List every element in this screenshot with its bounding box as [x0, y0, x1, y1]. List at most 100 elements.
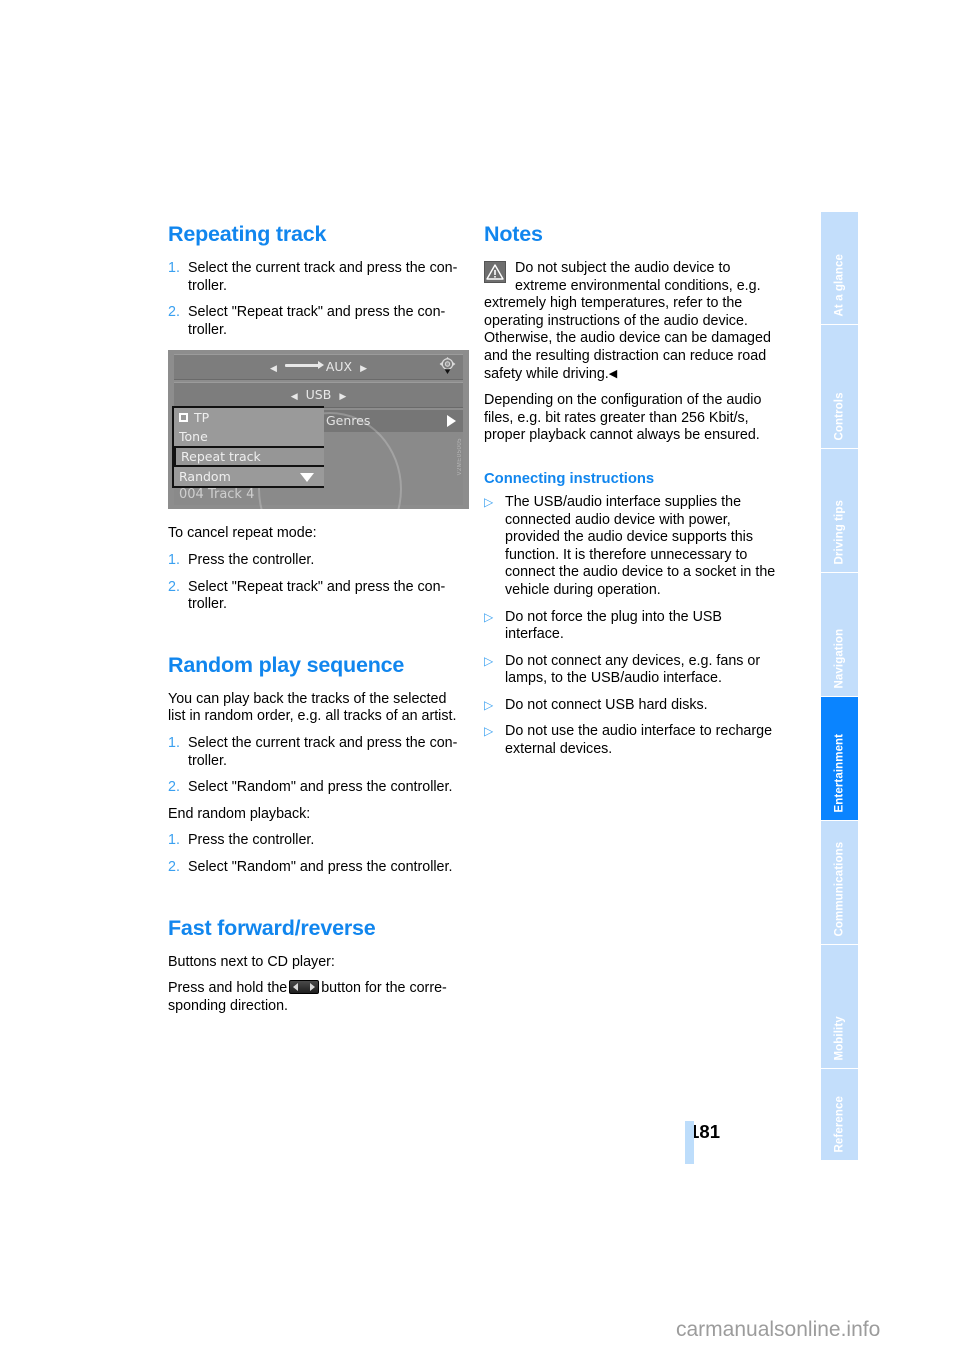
triangle-bullet-icon: ▷	[484, 724, 494, 739]
step-text: Select "Repeat track" and press the con-…	[188, 578, 446, 613]
figure-menu-item-tone: Tone	[174, 427, 324, 446]
step-number: 1.	[168, 260, 180, 276]
figure-menu-label: Tone	[179, 429, 208, 444]
bullet-text: Do not use the audio interface to rechar…	[505, 723, 773, 758]
fast-press-hold-prefix: Press and hold the	[168, 980, 288, 997]
end-of-note-marker: ◀	[608, 367, 618, 380]
step-number: 2.	[168, 578, 180, 595]
chevron-left-icon: ◀	[290, 392, 298, 402]
heading-repeating-track: Repeating track	[168, 222, 327, 246]
step-item: 2. Select "Random" and press the control…	[168, 779, 465, 797]
sidebar-tab-label: Mobility	[832, 1015, 845, 1060]
chevron-down-icon	[300, 473, 314, 482]
step-number: 1.	[168, 551, 180, 568]
figure-menu-label: Random	[179, 469, 231, 484]
sidebar-tab-at-a-glance[interactable]: At a glance	[821, 212, 858, 324]
step-item: 1. Press the controller.	[168, 552, 465, 570]
random-intro: You can play back the tracks of the sele…	[168, 690, 457, 725]
bullet-item: ▷ Do not use the audio interface to rech…	[484, 723, 781, 758]
warning-note-body: Do not subject the audio device to extre…	[484, 260, 771, 382]
page-number: 181	[689, 1121, 720, 1142]
figure-source-label: AUX	[325, 359, 353, 374]
figure-menu-item-random: Random	[174, 467, 324, 486]
step-text: Select the current track and press the c…	[188, 734, 458, 769]
step-item: 2. Select "Random" and press the control…	[168, 859, 465, 877]
step-text: Select the current track and press the c…	[188, 260, 458, 294]
triangle-bullet-icon: ▷	[484, 494, 494, 509]
step-item: 1. Select the current track and press th…	[168, 260, 465, 295]
bullet-text: The USB/audio interface supplies the con…	[505, 493, 776, 598]
warning-note-block: Do not subject the audio device to extre…	[484, 260, 781, 383]
sidebar-tab-label: Driving tips	[832, 499, 845, 564]
fast-press-hold-line: Press and hold the button for the corre-s…	[168, 980, 465, 1015]
end-random-intro: End random playback:	[168, 805, 311, 822]
step-number: 1.	[168, 734, 180, 751]
step-number: 2.	[168, 304, 180, 321]
triangle-bullet-icon: ▷	[484, 653, 494, 668]
sidebar-tab-driving-tips[interactable]: Driving tips	[821, 449, 858, 572]
figure-source-sub-label: USB	[305, 387, 332, 402]
step-item: 2. Select "Repeat track" and press the c…	[168, 579, 465, 614]
bullet-text: Do not force the plug into the USB inter…	[505, 608, 722, 643]
fast-buttons-line: Buttons next to CD player:	[168, 953, 335, 970]
sidebar-tab-label: Controls	[832, 391, 845, 440]
figure-usb-row: ◀ USB ▶	[174, 382, 463, 408]
bullet-item: ▷ The USB/audio interface supplies the c…	[484, 494, 781, 600]
step-text: Select "Random" and press the controller…	[188, 858, 453, 875]
step-number: 2.	[168, 779, 180, 796]
step-text: Press the controller.	[188, 832, 315, 849]
chevron-right-icon	[447, 415, 456, 427]
sidebar-tab-communications[interactable]: Communications	[821, 821, 858, 944]
bullet-item: ▷ Do not connect any devices, e.g. fans …	[484, 653, 781, 688]
bullet-text: Do not connect USB hard disks.	[505, 696, 708, 713]
heading-notes: Notes	[484, 222, 543, 246]
heading-connecting-instructions: Connecting instructions	[484, 470, 655, 487]
cancel-repeat-intro: To cancel repeat mode:	[168, 525, 317, 542]
warning-triangle-icon	[484, 261, 506, 283]
sidebar-tab-reference[interactable]: Reference	[821, 1069, 858, 1160]
figure-menu-item-repeat-track: Repeat track	[174, 446, 324, 467]
sidebar-tab-navigation[interactable]: Navigation	[821, 573, 858, 696]
warning-note-text: Do not subject the audio device to extre…	[484, 260, 781, 383]
step-text: Select "Random" and press the controller…	[188, 779, 453, 796]
manual-page: Repeating track 1. Select the current tr…	[0, 0, 960, 1358]
sidebar-tab-label: Reference	[832, 1095, 845, 1152]
sidebar-tab-label: Communications	[832, 841, 845, 936]
figure-menu-label: TP	[194, 410, 210, 425]
step-item: 1. Select the current track and press th…	[168, 735, 465, 770]
figure-now-playing-status: 004 Track 4	[179, 487, 255, 502]
idrive-controller-icon	[438, 356, 457, 375]
figure-menu-item-tp: TP	[174, 408, 324, 427]
rocker-button-icon	[289, 980, 320, 995]
left-column: Repeating track 1. Select the current tr…	[168, 222, 465, 1015]
figure-context-menu: TP Tone Repeat track Random	[172, 406, 324, 488]
figure-reference-code: V2ME05005	[457, 438, 463, 476]
step-text: Press the controller.	[188, 551, 315, 568]
idrive-screenshot-figure: ◀AUX▶ ◀USB▶ ylists Genres 004 Track 4	[168, 350, 469, 509]
aux-cable-icon	[284, 361, 324, 369]
step-number: 2.	[168, 858, 180, 875]
sidebar-tab-entertainment[interactable]: Entertainment	[821, 697, 858, 820]
checkbox-icon	[179, 413, 188, 422]
heading-fast-forward-reverse: Fast forward/reverse	[168, 915, 376, 940]
heading-random-play-sequence: Random play sequence	[168, 652, 405, 677]
sidebar-tab-label: Navigation	[832, 628, 845, 688]
figure-source-row: ◀ AUX ▶	[174, 354, 463, 380]
step-item: 2. Select "Repeat track" and press the c…	[168, 304, 465, 339]
note-paragraph: Depending on the configuration of the au…	[484, 392, 762, 444]
site-watermark: carmanualsonline.info	[676, 1318, 881, 1341]
sidebar-tab-mobility[interactable]: Mobility	[821, 945, 858, 1068]
step-number: 1.	[168, 832, 180, 849]
figure-menu-label: Repeat track	[181, 449, 261, 464]
sidebar-tab-controls[interactable]: Controls	[821, 325, 858, 448]
sidebar-tab-label: Entertainment	[832, 733, 845, 812]
chevron-left-icon: ◀	[269, 364, 277, 374]
step-item: 1. Press the controller.	[168, 832, 465, 850]
triangle-bullet-icon: ▷	[484, 697, 494, 712]
step-text: Select "Repeat track" and press the con-…	[188, 304, 446, 338]
triangle-bullet-icon: ▷	[484, 609, 494, 624]
chevron-right-icon: ▶	[339, 392, 347, 402]
bullet-text: Do not connect any devices, e.g. fans or…	[505, 652, 761, 687]
chevron-right-icon: ▶	[360, 364, 368, 374]
page-number-bar	[685, 1121, 694, 1164]
